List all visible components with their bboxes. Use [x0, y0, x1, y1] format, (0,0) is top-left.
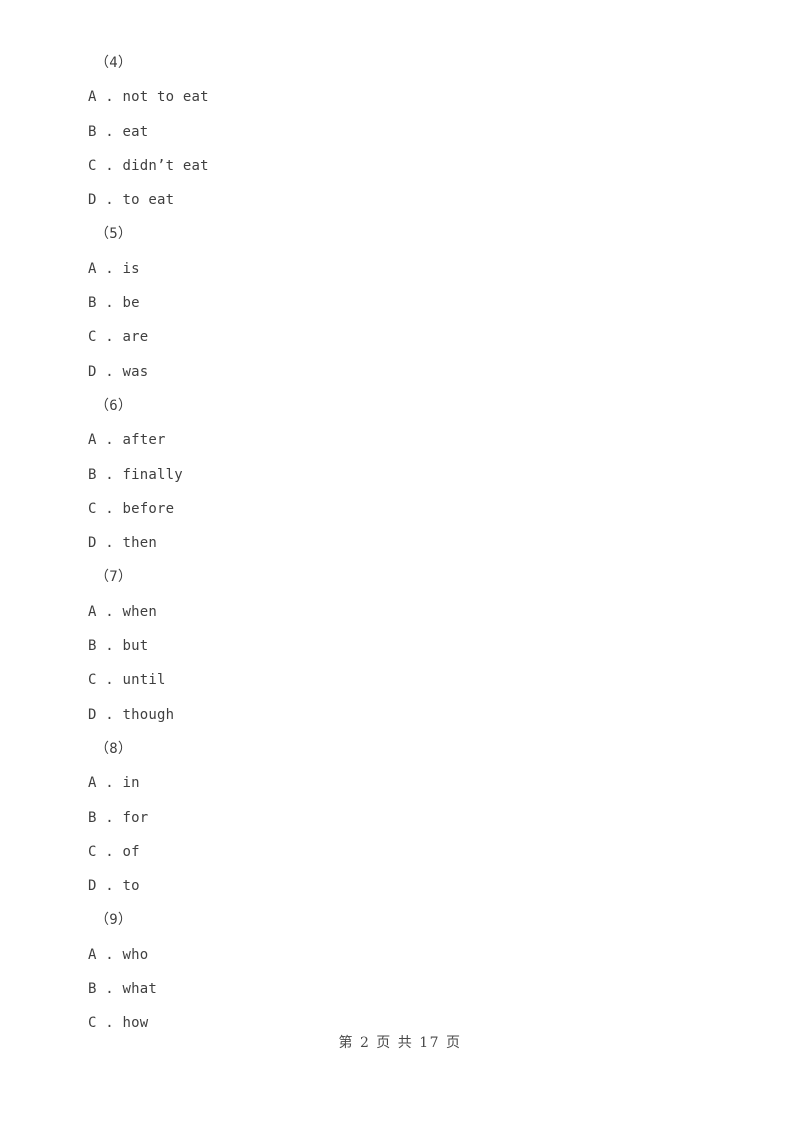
answer-option: C . until: [88, 672, 166, 689]
question-number: （5）: [95, 226, 133, 243]
answer-option: B . finally: [88, 466, 183, 483]
answer-option: D . then: [88, 535, 158, 552]
answer-option: A . is: [88, 260, 140, 277]
answer-option: B . be: [88, 295, 140, 312]
answer-option: C . of: [88, 843, 140, 860]
document-page: （4） A . not to eat B . eat C . didn’t ea…: [0, 0, 800, 1132]
answer-option: D . to eat: [88, 192, 175, 209]
question-number: （9）: [95, 912, 133, 929]
answer-option: C . are: [88, 329, 149, 346]
answer-option: A . after: [88, 432, 166, 449]
question-number: （4）: [95, 55, 133, 71]
answer-option: D . was: [88, 363, 149, 380]
answer-option: A . who: [88, 946, 149, 963]
question-number: （8）: [95, 740, 133, 757]
question-number: （7）: [95, 569, 133, 586]
answer-option: D . to: [88, 878, 140, 895]
answer-option: C . before: [88, 500, 175, 517]
answer-option: C . didn’t eat: [88, 157, 209, 174]
page-footer: 第 2 页 共 17 页: [338, 1035, 462, 1051]
answer-option: B . eat: [88, 123, 149, 140]
answer-option: B . for: [88, 809, 149, 826]
answer-option: B . what: [88, 981, 158, 998]
answer-option: B . but: [88, 638, 149, 655]
question-list: （4） A . not to eat B . eat C . didn’t ea…: [88, 46, 728, 1041]
answer-option: A . not to eat: [88, 89, 209, 106]
question-number: （6）: [95, 397, 133, 414]
answer-option: A . in: [88, 775, 140, 792]
answer-option: A . when: [88, 603, 158, 620]
answer-option: D . though: [88, 706, 175, 723]
